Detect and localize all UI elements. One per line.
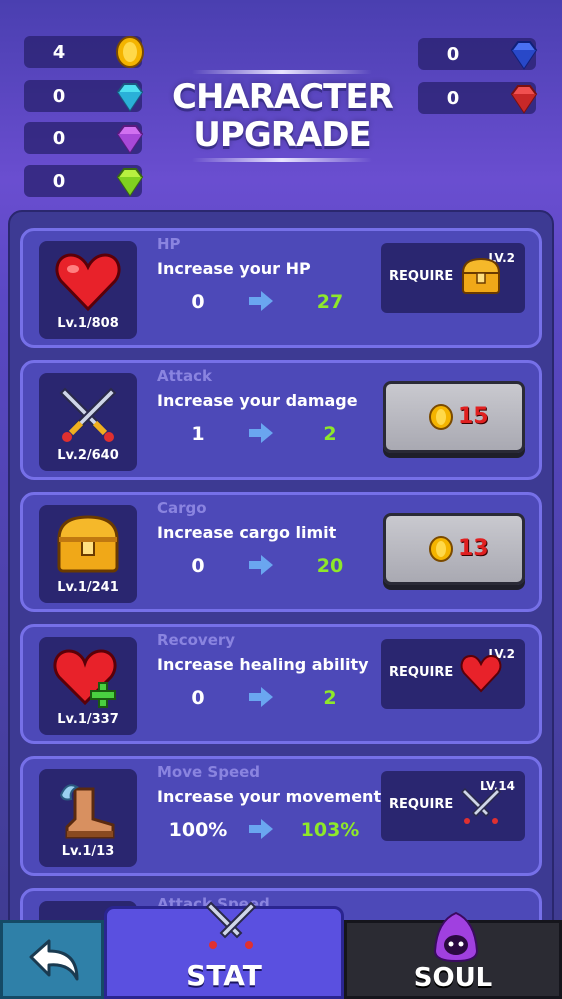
upgrade-card-recovery: Lv.1/337 Recovery Increase healing abili… [20,624,542,744]
heart-icon [460,654,502,693]
purple-gem-count: 0 [52,127,66,149]
attack-icon-box: Lv.2/640 [39,373,137,471]
move-speed-level: Lv.1/13 [61,844,115,859]
title-line-2: UPGRADE [193,115,371,155]
purple-gem-counter: 0 [24,122,144,154]
gold-count: 4 [52,41,66,63]
gold-coin-icon [429,536,453,562]
move-speed-description: Increase your movement [157,787,382,806]
attack-current-value: 1 [191,423,205,445]
cargo-stat-name: Cargo [157,499,207,517]
recovery-current-value: 0 [191,687,205,709]
move-speed-icon-box: Lv.1/13 [39,769,137,867]
hp-icon-box: Lv.1/808 [39,241,137,339]
green-gem-counter: 0 [24,165,144,197]
move-speed-requirement: REQUIRE LV.14 [381,771,525,841]
require-label: REQUIRE [389,269,454,284]
cargo-upgrade-button[interactable]: 13 [383,513,525,585]
recovery-icon-box: Lv.1/337 [39,637,137,735]
require-label: REQUIRE [389,797,454,812]
attack-description: Increase your damage [157,391,358,410]
attack-stat-name: Attack [157,367,212,385]
attack-upgrade-button[interactable]: 15 [383,381,525,453]
heart-plus-icon [53,649,117,708]
hp-current-value: 0 [191,291,205,313]
attack-level: Lv.2/640 [57,448,119,463]
cargo-icon-box: Lv.1/241 [39,505,137,603]
gold-coin-icon [429,404,453,430]
arrow-right-icon [249,687,273,707]
arrow-right-icon [249,423,273,443]
bottom-tab-bar: STAT SOUL [0,901,562,999]
page-title: CHARACTER UPGRADE [172,66,394,166]
soul-hood-icon [433,911,479,963]
move-speed-stat-name: Move Speed [157,763,261,781]
tab-soul-label: SOUL [413,963,493,993]
cargo-next-value: 20 [316,555,344,577]
arrow-right-icon [249,819,273,839]
attack-next-value: 2 [323,423,337,445]
tab-stat-label: STAT [186,959,262,992]
cargo-level: Lv.1/241 [57,580,119,595]
chest-icon [461,257,501,294]
upgrade-card-move-speed: Lv.1/13 Move Speed Increase your movemen… [20,756,542,876]
upgrade-card-attack: Lv.2/640 Attack Increase your damage 1 2… [20,360,542,480]
cyan-gem-counter: 0 [24,80,144,112]
cyan-gem-count: 0 [52,85,66,107]
arrow-right-icon [249,291,273,311]
arrow-right-icon [249,555,273,575]
hp-level: Lv.1/808 [57,316,119,331]
upgrade-card-cargo: Lv.1/241 Cargo Increase cargo limit 0 20… [20,492,542,612]
red-gem-icon [510,85,538,114]
tab-soul[interactable]: SOUL [344,911,562,999]
crossed-swords-icon [59,387,117,442]
recovery-next-value: 2 [323,687,337,709]
crossed-swords-icon [205,901,257,949]
purple-gem-icon [116,125,144,154]
green-gem-icon [116,168,144,197]
gold-counter: 4 [24,36,144,68]
title-divider-top [192,70,372,74]
recovery-description: Increase healing ability [157,655,369,674]
move-speed-current-value: 100% [168,819,228,841]
recovery-level: Lv.1/337 [57,712,119,727]
chest-icon [57,515,119,573]
move-speed-next-value: 103% [300,819,360,841]
crossed-swords-icon [460,787,502,824]
gold-coin-icon [116,36,144,68]
cyan-gem-icon [116,83,144,112]
cargo-description: Increase cargo limit [157,523,337,542]
cargo-current-value: 0 [191,555,205,577]
blue-gem-count: 0 [446,43,460,65]
winged-boot-icon [59,784,115,839]
upgrade-card-hp: Lv.1/808 HP Increase your HP 0 27 REQUIR… [20,228,542,348]
hp-stat-name: HP [157,235,181,253]
require-label: REQUIRE [389,665,454,680]
blue-gem-icon [510,41,538,70]
recovery-requirement: REQUIRE LV.2 [381,639,525,709]
hp-description: Increase your HP [157,259,311,278]
red-gem-counter: 0 [418,82,538,114]
green-gem-count: 0 [52,170,66,192]
back-button[interactable] [0,920,104,999]
title-divider-bottom [192,158,372,162]
blue-gem-counter: 0 [418,38,538,70]
heart-icon [55,253,121,312]
hp-requirement: REQUIRE LV.2 [381,243,525,313]
back-arrow-icon [29,939,79,981]
hp-next-value: 27 [316,291,344,313]
recovery-stat-name: Recovery [157,631,236,649]
title-line-1: CHARACTER [172,77,394,117]
cargo-upgrade-cost: 13 [458,536,489,561]
attack-upgrade-cost: 15 [458,404,489,429]
red-gem-count: 0 [446,87,460,109]
tab-stat[interactable]: STAT [104,901,344,999]
